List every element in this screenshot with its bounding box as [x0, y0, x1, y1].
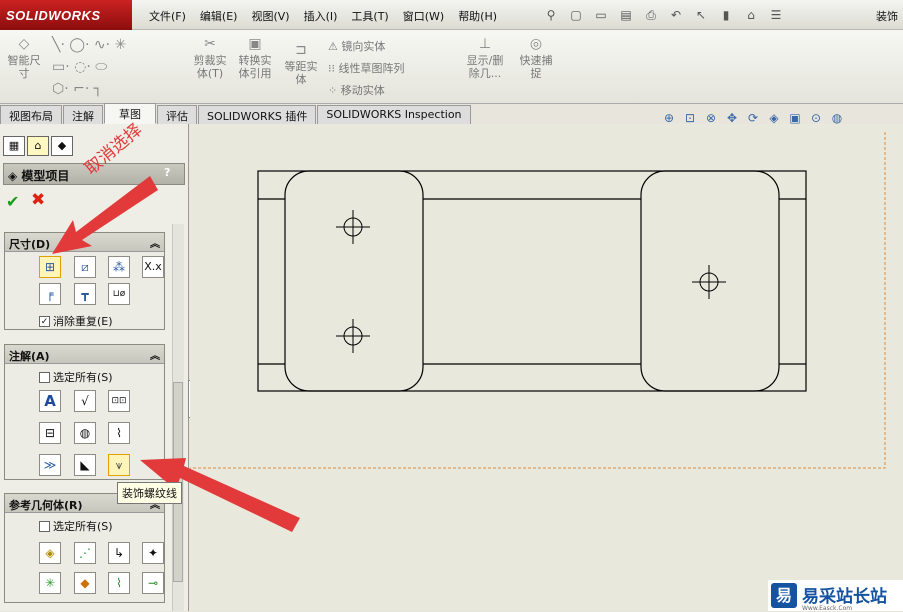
watermark-name: 易采站长站	[802, 587, 887, 607]
tooltip: 装饰螺纹线	[117, 482, 182, 504]
annotation-arrows	[52, 176, 300, 532]
watermark: 易易采站长站 Www.Easck.Com	[768, 580, 903, 612]
watermark-logo: 易	[771, 583, 797, 608]
arrow-to-dimension-icon	[52, 176, 158, 254]
